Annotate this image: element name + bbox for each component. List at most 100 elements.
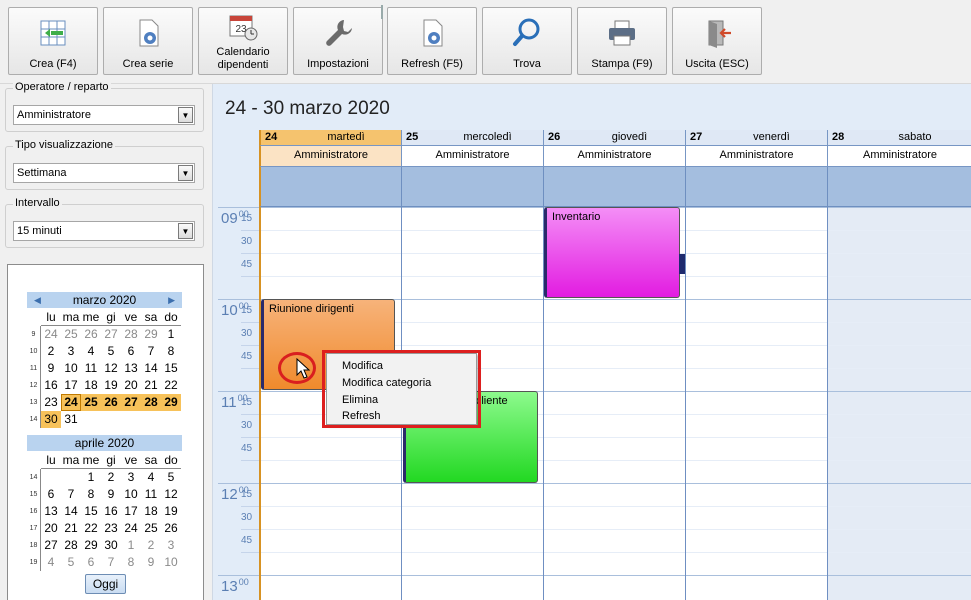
mini-day[interactable]: 9 (141, 554, 161, 571)
mini-day[interactable]: 28 (141, 394, 161, 411)
mini-day[interactable]: 8 (161, 343, 181, 360)
mini-day[interactable]: 31 (61, 411, 81, 428)
mini-day[interactable]: 7 (101, 554, 121, 571)
mini-day[interactable]: 28 (121, 326, 141, 343)
mini-day[interactable]: 6 (121, 343, 141, 360)
mini-day[interactable]: 27 (41, 537, 61, 554)
allday-cell[interactable] (259, 167, 401, 207)
mini-day[interactable]: 16 (41, 377, 61, 394)
mini-day[interactable]: 1 (121, 537, 141, 554)
interval-select[interactable]: 15 minuti ▼ (13, 221, 195, 241)
mini-day[interactable]: 6 (81, 554, 101, 571)
mini-day[interactable]: 9 (101, 486, 121, 503)
mini-day[interactable]: 2 (141, 537, 161, 554)
crea-serie-button[interactable]: Crea serie (103, 7, 193, 75)
mini-day[interactable]: 26 (101, 394, 121, 411)
mini-day[interactable]: 13 (121, 360, 141, 377)
mini-day[interactable]: 10 (121, 486, 141, 503)
mini-day[interactable]: 20 (121, 377, 141, 394)
calendario-dipendenti-button[interactable]: 23 Calendario dipendenti (198, 7, 288, 75)
mini-day[interactable]: 23 (101, 520, 121, 537)
mini-day[interactable]: 1 (161, 326, 181, 343)
mini-day[interactable]: 15 (81, 503, 101, 520)
mini-day[interactable]: 9 (41, 360, 61, 377)
mini-day[interactable]: 5 (161, 469, 181, 486)
mini-day[interactable]: 13 (41, 503, 61, 520)
mini-day[interactable]: 19 (161, 503, 181, 520)
mini-day[interactable]: 7 (141, 343, 161, 360)
mini-day[interactable]: 10 (161, 554, 181, 571)
mini-day[interactable]: 18 (141, 503, 161, 520)
mini-day[interactable]: 25 (61, 326, 81, 343)
mini-day[interactable]: 27 (101, 326, 121, 343)
day-header-26[interactable]: 26 giovedì (543, 130, 685, 146)
mini-day[interactable]: 17 (61, 377, 81, 394)
mini-day[interactable]: 23 (41, 394, 61, 411)
mini-day[interactable]: 21 (61, 520, 81, 537)
day-header-28[interactable]: 28 sabato (827, 130, 971, 146)
mini-day[interactable]: 22 (161, 377, 181, 394)
uscita-button[interactable]: Uscita (ESC) (672, 7, 762, 75)
mini-day[interactable]: 8 (121, 554, 141, 571)
mini-day[interactable]: 25 (141, 520, 161, 537)
mini-day[interactable]: 4 (81, 343, 101, 360)
next-month-icon[interactable]: ▶ (168, 292, 175, 308)
mini-day[interactable]: 26 (161, 520, 181, 537)
day-header-25[interactable]: 25 mercoledì (401, 130, 543, 146)
mini-day[interactable]: 29 (161, 394, 181, 411)
mini-day[interactable]: 22 (81, 520, 101, 537)
mini-day[interactable]: 5 (101, 343, 121, 360)
mini-day[interactable]: 16 (101, 503, 121, 520)
mini-day[interactable]: 14 (61, 503, 81, 520)
day-header-24[interactable]: 24 martedì (259, 130, 401, 146)
operator-select[interactable]: Amministratore ▼ (13, 105, 195, 125)
mini-day[interactable]: 3 (121, 469, 141, 486)
crea-button[interactable]: Crea (F4) (8, 7, 98, 75)
mini-day[interactable]: 6 (41, 486, 61, 503)
chevron-down-icon[interactable]: ▼ (178, 165, 193, 181)
mini-day[interactable]: 30 (101, 537, 121, 554)
allday-cell[interactable] (543, 167, 685, 207)
mini-day[interactable]: 24 (121, 520, 141, 537)
mini-day[interactable]: 19 (101, 377, 121, 394)
mini-day[interactable]: 17 (121, 503, 141, 520)
mini-day[interactable]: 29 (141, 326, 161, 343)
prev-month-icon[interactable]: ◀ (34, 292, 41, 308)
day-column-27[interactable] (685, 207, 827, 600)
mini-day[interactable]: 28 (61, 537, 81, 554)
trova-button[interactable]: Trova (482, 7, 572, 75)
mini-day[interactable]: 5 (61, 554, 81, 571)
mini-day[interactable]: 11 (81, 360, 101, 377)
mini-day[interactable]: 1 (81, 469, 101, 486)
mini-day[interactable]: 3 (61, 343, 81, 360)
mini-day[interactable]: 27 (121, 394, 141, 411)
mini-day[interactable]: 21 (141, 377, 161, 394)
mini-day[interactable]: 20 (41, 520, 61, 537)
mini-day[interactable]: 4 (141, 469, 161, 486)
mini-day[interactable]: 24 (41, 326, 61, 343)
mini-day[interactable]: 26 (81, 326, 101, 343)
today-button[interactable]: Oggi (85, 574, 126, 594)
mini-day[interactable]: 8 (81, 486, 101, 503)
view-type-select[interactable]: Settimana ▼ (13, 163, 195, 183)
mini-day[interactable]: 25 (81, 394, 101, 411)
mini-day[interactable]: 12 (161, 486, 181, 503)
mini-day[interactable]: 29 (81, 537, 101, 554)
mini-day[interactable]: 2 (41, 343, 61, 360)
mini-day[interactable]: 12 (101, 360, 121, 377)
mini-day[interactable]: 3 (161, 537, 181, 554)
chevron-down-icon[interactable]: ▼ (178, 107, 193, 123)
day-column-28[interactable] (827, 207, 971, 600)
allday-cell[interactable] (827, 167, 971, 207)
stampa-button[interactable]: Stampa (F9) (577, 7, 667, 75)
mini-day[interactable]: 11 (141, 486, 161, 503)
day-header-27[interactable]: 27 venerdì (685, 130, 827, 146)
mini-day[interactable]: 15 (161, 360, 181, 377)
appointment-inventario[interactable]: Inventario (544, 207, 680, 298)
mini-day[interactable]: 24 (61, 394, 81, 411)
mini-day[interactable]: 2 (101, 469, 121, 486)
chevron-down-icon[interactable]: ▼ (178, 223, 193, 239)
allday-cell[interactable] (401, 167, 543, 207)
impostazioni-button[interactable]: Impostazioni (293, 7, 383, 75)
mini-day[interactable]: 7 (61, 486, 81, 503)
